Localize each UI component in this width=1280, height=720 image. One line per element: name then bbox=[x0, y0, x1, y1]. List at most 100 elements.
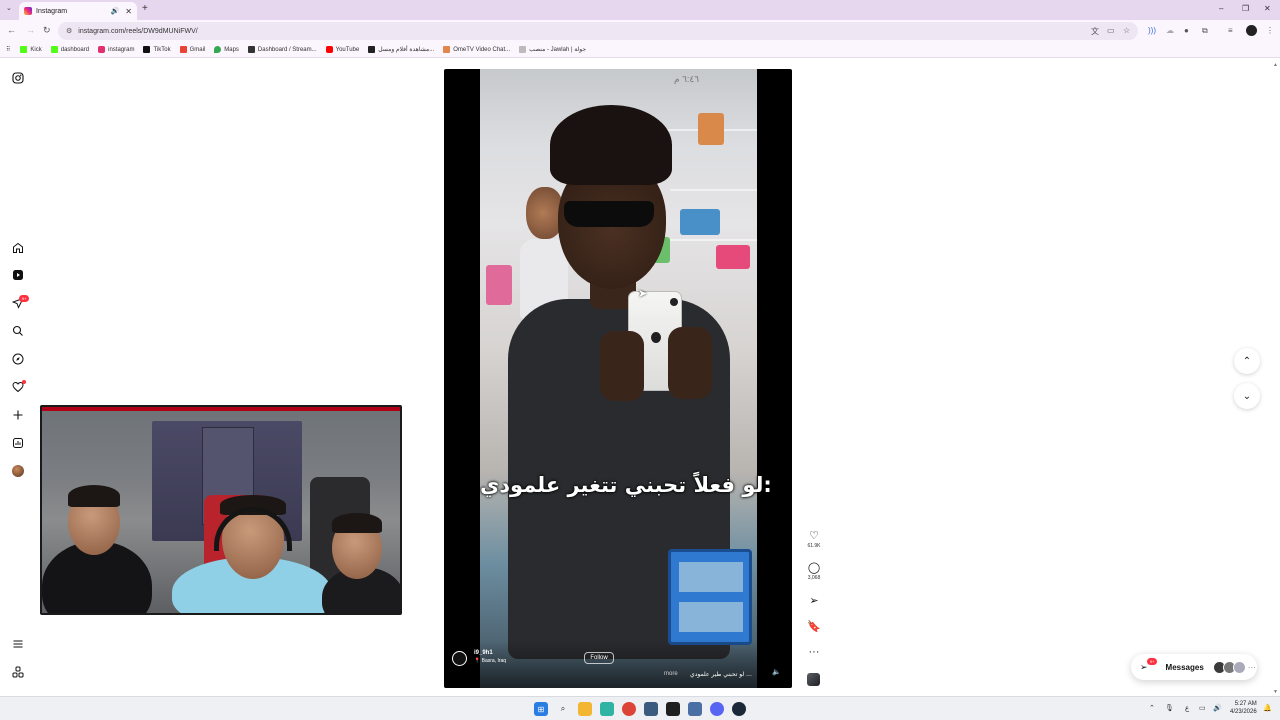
messages-badge: 9+ bbox=[1147, 658, 1157, 665]
like-heart-icon[interactable]: ♡ bbox=[805, 530, 823, 542]
instagram-favicon-icon bbox=[24, 7, 32, 15]
messages-label: Messages bbox=[1165, 662, 1204, 672]
bookmark-item[interactable]: YouTube bbox=[325, 46, 360, 53]
reels-icon[interactable] bbox=[11, 268, 25, 282]
close-window-button[interactable]: ✕ bbox=[1264, 4, 1271, 13]
bookmark-item[interactable]: dashboard bbox=[50, 46, 89, 53]
bookmark-item[interactable]: Gmail bbox=[179, 46, 205, 53]
more-options-action[interactable]: ··· bbox=[805, 646, 823, 658]
save-action[interactable]: 🔖 bbox=[805, 621, 823, 633]
more-menu-icon[interactable] bbox=[11, 637, 25, 651]
cast-icon[interactable]: ▭ bbox=[1107, 26, 1115, 35]
reload-button[interactable]: ↻ bbox=[43, 25, 51, 36]
profile-avatar-rail[interactable] bbox=[11, 464, 25, 478]
also-from-meta-icon[interactable] bbox=[11, 665, 25, 679]
tab-instagram[interactable]: Instagram 🔊 ✕ bbox=[19, 2, 137, 20]
chrome-icon[interactable] bbox=[622, 702, 636, 716]
next-reel-button[interactable]: ⌄ bbox=[1234, 383, 1260, 409]
input-language[interactable]: ع bbox=[1185, 704, 1189, 712]
dashboard-insights-icon[interactable] bbox=[11, 436, 25, 450]
bookmark-item[interactable]: Maps bbox=[214, 46, 239, 53]
volume-icon[interactable]: 🔈 bbox=[772, 668, 781, 676]
messages-icon: ➢ bbox=[1140, 661, 1148, 672]
terminal-icon[interactable] bbox=[666, 702, 680, 716]
minimize-button[interactable]: – bbox=[1219, 4, 1223, 13]
app-icon[interactable] bbox=[688, 702, 702, 716]
file-explorer-icon[interactable] bbox=[578, 702, 592, 716]
system-clock[interactable]: 5:27 AM 4/23/2026 bbox=[1230, 700, 1257, 716]
extension-audio-icon[interactable]: ))) bbox=[1148, 26, 1156, 35]
bookmark-item[interactable]: Dashboard / Stream... bbox=[247, 46, 317, 53]
site-info-icon[interactable]: ⚙ bbox=[66, 27, 72, 35]
notification-center-icon[interactable]: 🔔 bbox=[1263, 704, 1272, 712]
tab-close-icon[interactable]: ✕ bbox=[125, 7, 132, 16]
discord-icon[interactable] bbox=[710, 702, 724, 716]
follow-button[interactable]: Follow bbox=[584, 652, 614, 664]
start-windows-icon[interactable]: ⊞ bbox=[534, 702, 548, 716]
tab-search-icon[interactable]: ⌄ bbox=[6, 4, 12, 12]
bookmark-item[interactable]: منصب - Jawlah | جولة bbox=[519, 46, 586, 53]
app-icon[interactable] bbox=[644, 702, 658, 716]
extensions-puzzle-icon[interactable]: ⧉ bbox=[1202, 26, 1208, 36]
comment-bubble-icon[interactable]: ◯ bbox=[805, 562, 823, 574]
reel-author-avatar[interactable] bbox=[452, 651, 467, 666]
translate-icon[interactable]: 文 bbox=[1091, 26, 1099, 37]
bookmark-item[interactable]: Kick bbox=[20, 46, 42, 53]
instagram-logo-icon[interactable] bbox=[11, 71, 25, 85]
chrome-menu-icon[interactable]: ⋮ bbox=[1266, 26, 1274, 35]
apps-grid-icon[interactable]: ⠿ bbox=[6, 46, 10, 53]
like-action[interactable]: ♡ 61.9K bbox=[805, 530, 823, 549]
tab-audio-icon[interactable]: 🔊 bbox=[111, 7, 120, 15]
gmail-icon bbox=[179, 46, 187, 53]
media-control-icon[interactable]: ≡ bbox=[1228, 26, 1233, 35]
bookmark-star-icon[interactable]: ☆ bbox=[1123, 26, 1130, 35]
windows-taskbar: ⊞ ⌕ ⌃ 🎙 ع ▭ 🔊 5:27 AM 4/23/2026 🔔 bbox=[0, 696, 1280, 720]
forward-button[interactable]: → bbox=[26, 25, 35, 35]
create-plus-icon[interactable] bbox=[11, 408, 25, 422]
reel-more-link[interactable]: more bbox=[664, 671, 678, 677]
extension-cloud-icon[interactable]: ☁ bbox=[1166, 26, 1174, 35]
search-icon[interactable] bbox=[11, 324, 25, 338]
bookmark-item[interactable]: OmeTV Video Chat... bbox=[443, 46, 510, 53]
avatar bbox=[12, 465, 24, 477]
bookmark-save-icon[interactable]: 🔖 bbox=[805, 621, 823, 633]
comment-action[interactable]: ◯ 3,068 bbox=[805, 562, 823, 581]
bookmark-item[interactable]: TikTok bbox=[143, 46, 171, 53]
notifications-heart-icon[interactable] bbox=[11, 380, 26, 394]
reel-username[interactable]: i9_9h1 bbox=[474, 650, 493, 656]
restore-button[interactable]: ❐ bbox=[1242, 4, 1249, 13]
explore-compass-icon[interactable] bbox=[11, 352, 25, 366]
previous-reel-button[interactable]: ⌃ bbox=[1234, 348, 1260, 374]
scrollbar-up-arrow[interactable]: ▲ bbox=[1273, 62, 1278, 68]
bookmark-label: YouTube bbox=[335, 46, 360, 53]
new-tab-button[interactable]: + bbox=[142, 3, 148, 14]
share-paper-plane-icon[interactable]: ➢ bbox=[805, 595, 823, 607]
movies-site-icon bbox=[368, 46, 376, 53]
address-bar[interactable]: ⚙ instagram.com/reels/DW9dMUNiFWV/ bbox=[58, 22, 1138, 40]
messages-button[interactable]: ➢ 9+ Messages ··· bbox=[1131, 654, 1257, 680]
taskbar-search-icon[interactable]: ⌕ bbox=[556, 702, 570, 716]
share-action[interactable]: ➢ bbox=[805, 595, 823, 607]
tray-overflow-icon[interactable]: ⌃ bbox=[1149, 704, 1155, 712]
edge-icon[interactable] bbox=[600, 702, 614, 716]
original-audio-thumbnail[interactable] bbox=[807, 673, 820, 686]
bookmark-item[interactable]: مشاهدة أفلام ومسل... bbox=[368, 46, 434, 53]
scrollbar-down-arrow[interactable]: ▼ bbox=[1273, 689, 1278, 695]
steam-icon[interactable] bbox=[732, 702, 746, 716]
video-time-overlay: ٦:٤٦ م bbox=[674, 74, 700, 84]
back-button[interactable]: ← bbox=[7, 25, 16, 35]
profile-avatar[interactable] bbox=[1246, 25, 1257, 36]
extension-circle-icon[interactable]: ● bbox=[1184, 26, 1189, 35]
bookmark-item[interactable]: instagram bbox=[98, 46, 134, 53]
reel-video[interactable]: ➤ bbox=[480, 69, 757, 688]
kick-icon bbox=[20, 46, 28, 53]
more-dots-icon[interactable]: ··· bbox=[805, 646, 823, 658]
reel-location[interactable]: 📍 Basra, Iraq bbox=[474, 658, 506, 664]
volume-tray-icon[interactable]: 🔊 bbox=[1213, 704, 1222, 712]
reel-player[interactable]: ➤ ٦:٤٦ م لو فعلاً تحبني تتغير علمودي: i9… bbox=[444, 69, 792, 688]
home-icon[interactable] bbox=[11, 241, 25, 255]
direct-messages-icon[interactable]: 9+ bbox=[11, 295, 29, 310]
network-icon[interactable]: ▭ bbox=[1199, 704, 1206, 712]
toy-box bbox=[680, 209, 720, 235]
microphone-icon[interactable]: 🎙 bbox=[1165, 704, 1174, 712]
